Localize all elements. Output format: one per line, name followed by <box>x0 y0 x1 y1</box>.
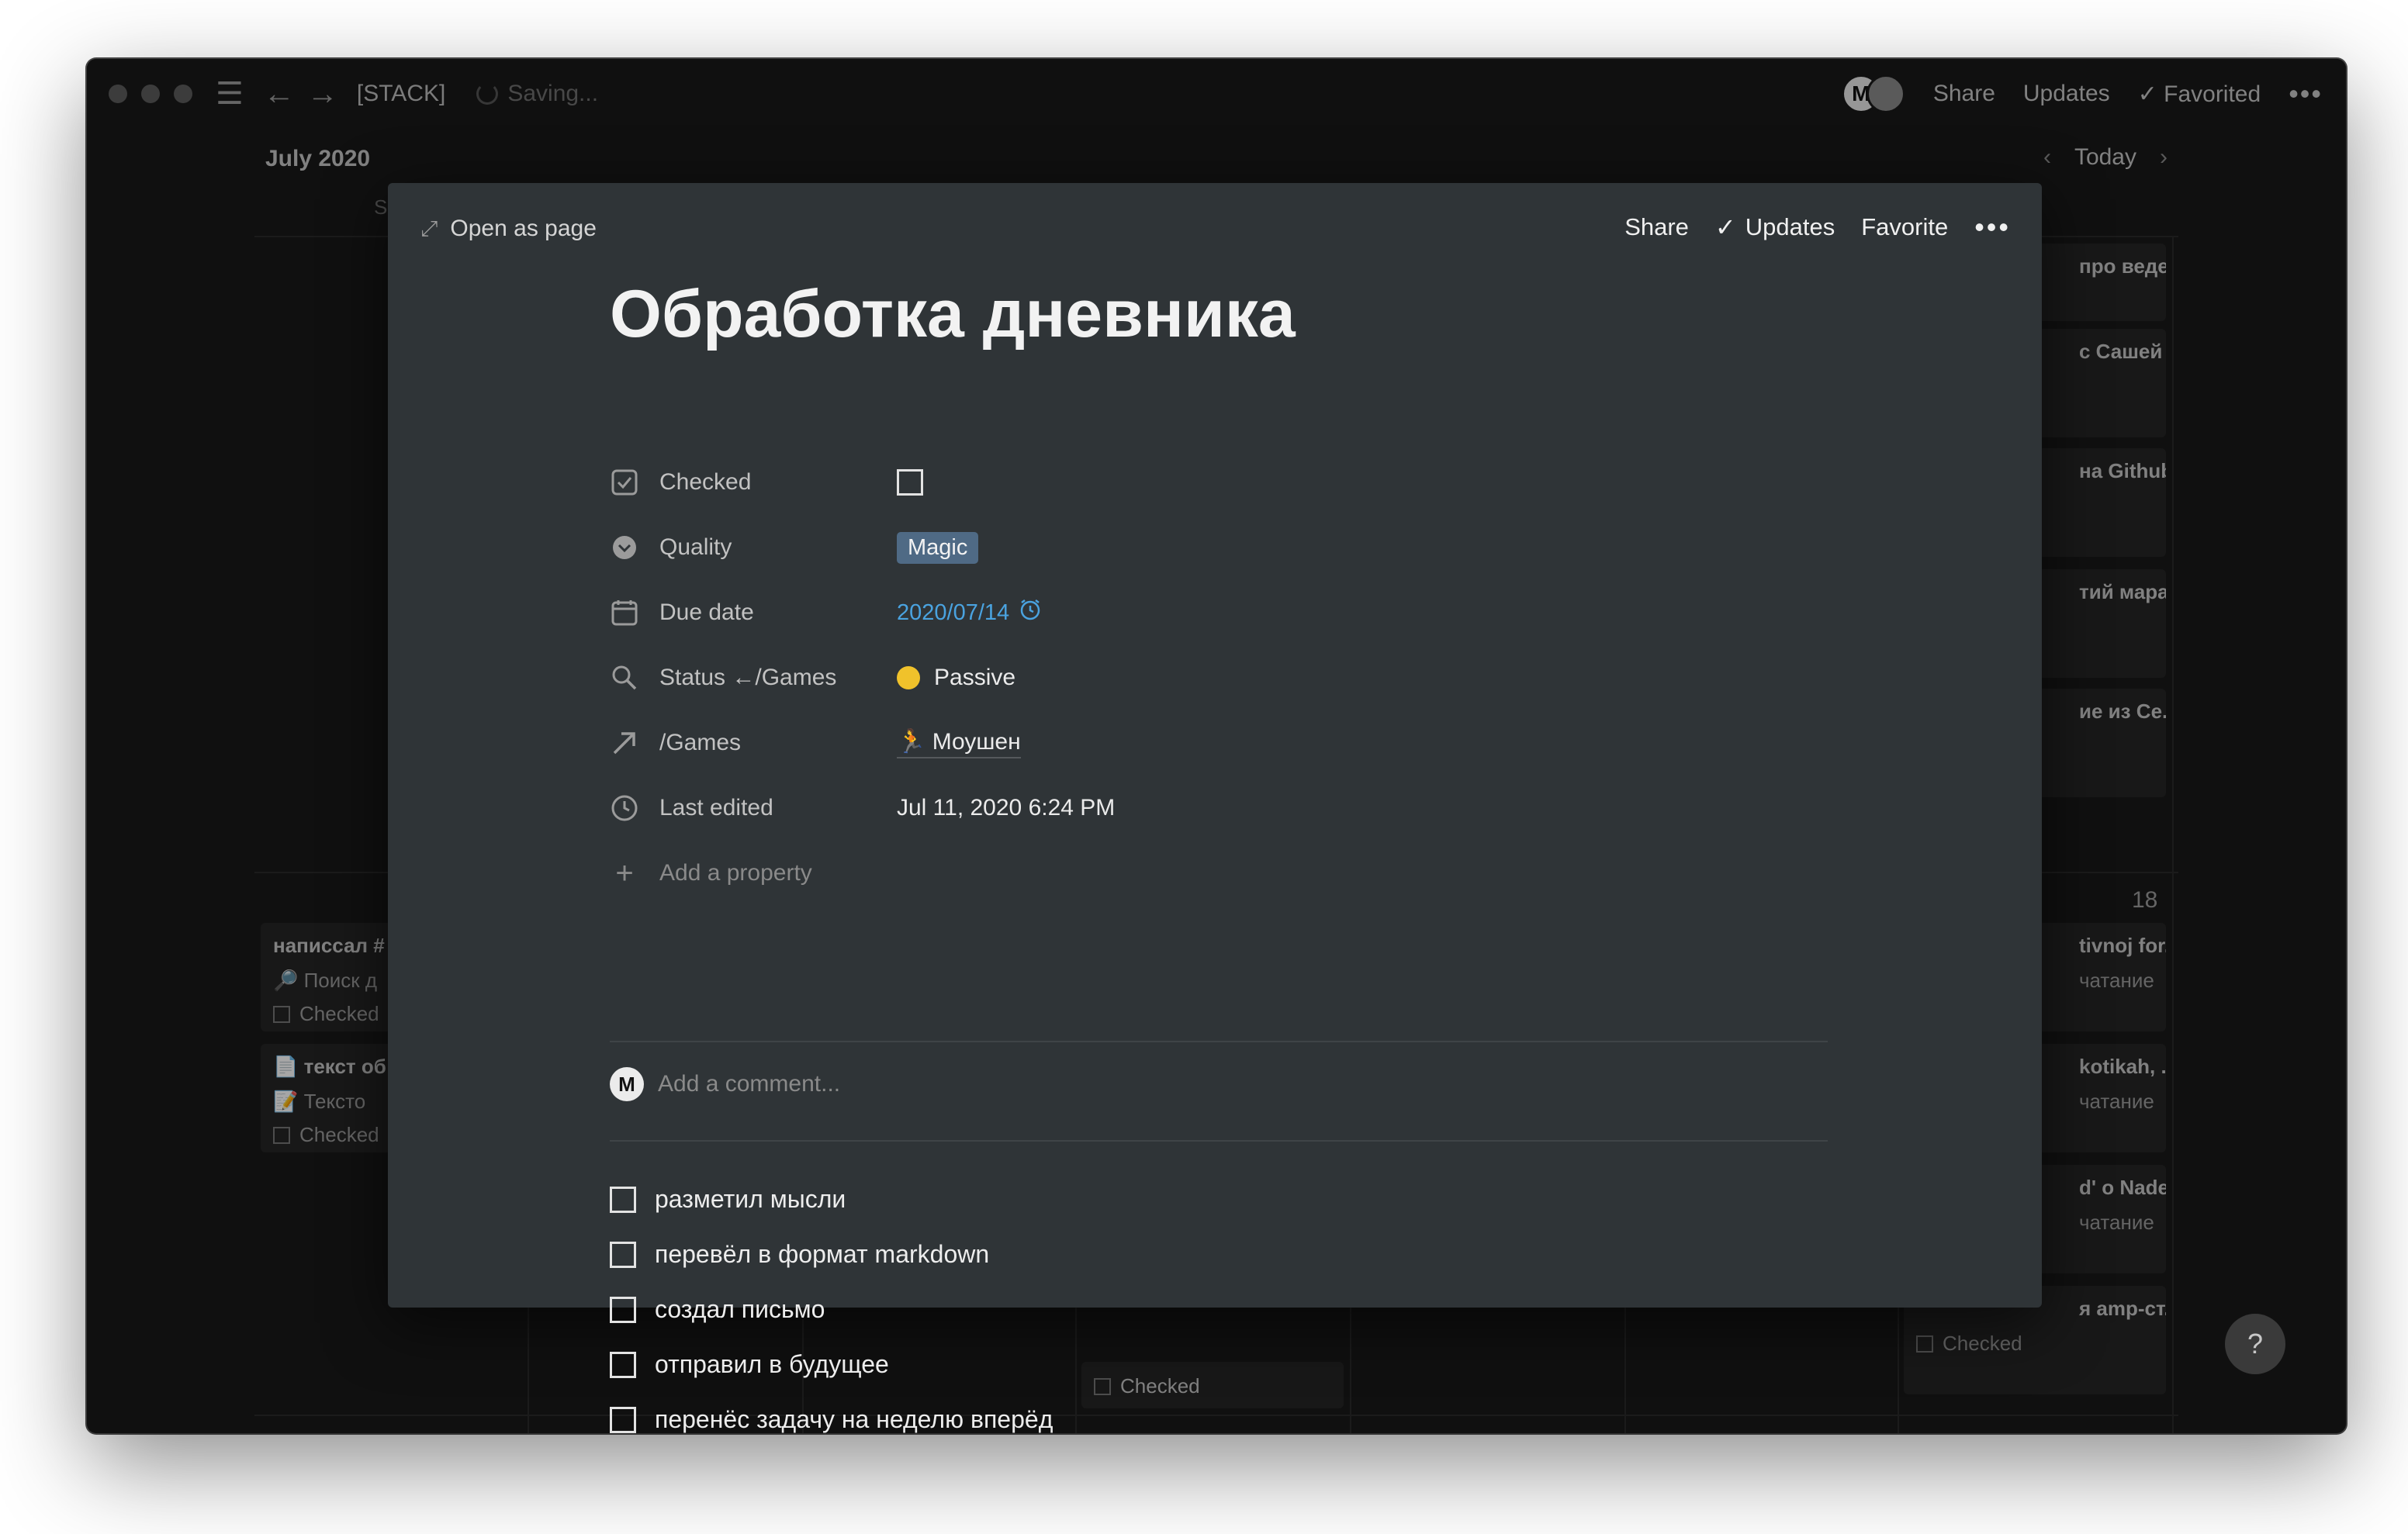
property-name: Last edited <box>659 795 773 821</box>
open-as-page-button[interactable]: ⤢ Open as page <box>420 216 597 242</box>
todo-text[interactable]: создал письмо <box>655 1295 825 1324</box>
todo-list: разметил мысли перевёл в формат markdown… <box>610 1172 1053 1433</box>
todo-checkbox[interactable] <box>610 1351 636 1378</box>
select-icon <box>610 533 639 562</box>
property-name: /Games <box>659 730 742 755</box>
property-row[interactable]: Status ←/Games Passive <box>610 645 1820 710</box>
property-row[interactable]: Quality Magic <box>610 515 1820 580</box>
checkbox-icon <box>610 468 639 497</box>
property-row[interactable]: /Games 🏃 Моушен <box>610 710 1820 776</box>
add-comment-field[interactable]: M Add a comment... <box>610 1067 840 1101</box>
add-property-button[interactable]: + Add a property <box>610 841 1820 906</box>
divider <box>610 1041 1828 1042</box>
property-name: Checked <box>659 469 752 495</box>
divider <box>610 1140 1828 1142</box>
search-icon <box>610 663 639 693</box>
check-icon: ✓ <box>1714 213 1736 241</box>
todo-text[interactable]: перевёл в формат markdown <box>655 1240 989 1269</box>
alarm-clock-icon[interactable] <box>1019 598 1042 627</box>
share-button[interactable]: Share <box>1624 213 1689 241</box>
status-dot-icon <box>897 666 920 689</box>
page-peek-modal: ⤢ Open as page Share ✓ Updates Favorite … <box>388 183 2042 1433</box>
page-title[interactable]: Обработка дневника <box>610 276 1296 353</box>
updates-button[interactable]: Updates <box>1745 213 1835 241</box>
todo-item[interactable]: перевёл в формат markdown <box>610 1227 1053 1282</box>
relation-arrow-icon <box>610 728 639 758</box>
todo-item[interactable]: разметил мысли <box>610 1172 1053 1227</box>
plus-icon: + <box>615 855 634 890</box>
last-edited-value: Jul 11, 2020 6:24 PM <box>897 795 1116 821</box>
quality-tag[interactable]: Magic <box>897 531 979 564</box>
more-options-icon[interactable]: ••• <box>1974 211 2011 244</box>
todo-checkbox[interactable] <box>610 1241 636 1268</box>
property-list: Checked Quality Magic Due date 2020/07/1… <box>610 450 1820 906</box>
property-row[interactable]: Checked <box>610 450 1820 515</box>
add-comment-placeholder: Add a comment... <box>658 1071 841 1097</box>
property-row[interactable]: Last edited Jul 11, 2020 6:24 PM <box>610 776 1820 841</box>
todo-checkbox[interactable] <box>610 1296 636 1323</box>
todo-item[interactable]: создал письмо <box>610 1282 1053 1337</box>
calendar-icon <box>610 598 639 627</box>
favorite-button[interactable]: Favorite <box>1861 213 1948 241</box>
property-row[interactable]: Due date 2020/07/14 <box>610 580 1820 645</box>
open-as-page-label: Open as page <box>450 216 597 241</box>
todo-item[interactable]: перенёс задачу на неделю вперёд <box>610 1392 1053 1433</box>
property-name: Due date <box>659 599 754 625</box>
help-button[interactable]: ? <box>2225 1314 2285 1374</box>
clock-icon <box>610 793 639 823</box>
due-date-value[interactable]: 2020/07/14 <box>897 600 1009 626</box>
todo-text[interactable]: перенёс задачу на неделю вперёд <box>655 1405 1053 1433</box>
todo-text[interactable]: отправил в будущее <box>655 1350 889 1379</box>
modal-actions: Share ✓ Updates Favorite ••• <box>1624 211 2011 244</box>
add-property-label: Add a property <box>659 860 812 886</box>
todo-text[interactable]: разметил мысли <box>655 1185 846 1214</box>
relation-link[interactable]: 🏃 Моушен <box>897 728 1021 758</box>
expand-arrow-icon: ⤢ <box>420 216 438 240</box>
avatar: M <box>610 1067 644 1101</box>
status-value[interactable]: Passive <box>934 665 1015 691</box>
todo-item[interactable]: отправил в будущее <box>610 1337 1053 1392</box>
app-window: ☰ ← → [STACK] Saving... M Share Updates … <box>87 59 2346 1433</box>
todo-checkbox[interactable] <box>610 1186 636 1213</box>
property-name: Quality <box>659 534 732 560</box>
todo-checkbox[interactable] <box>610 1406 636 1433</box>
property-name: Status ←/Games <box>659 665 837 690</box>
checked-checkbox[interactable] <box>897 469 923 496</box>
